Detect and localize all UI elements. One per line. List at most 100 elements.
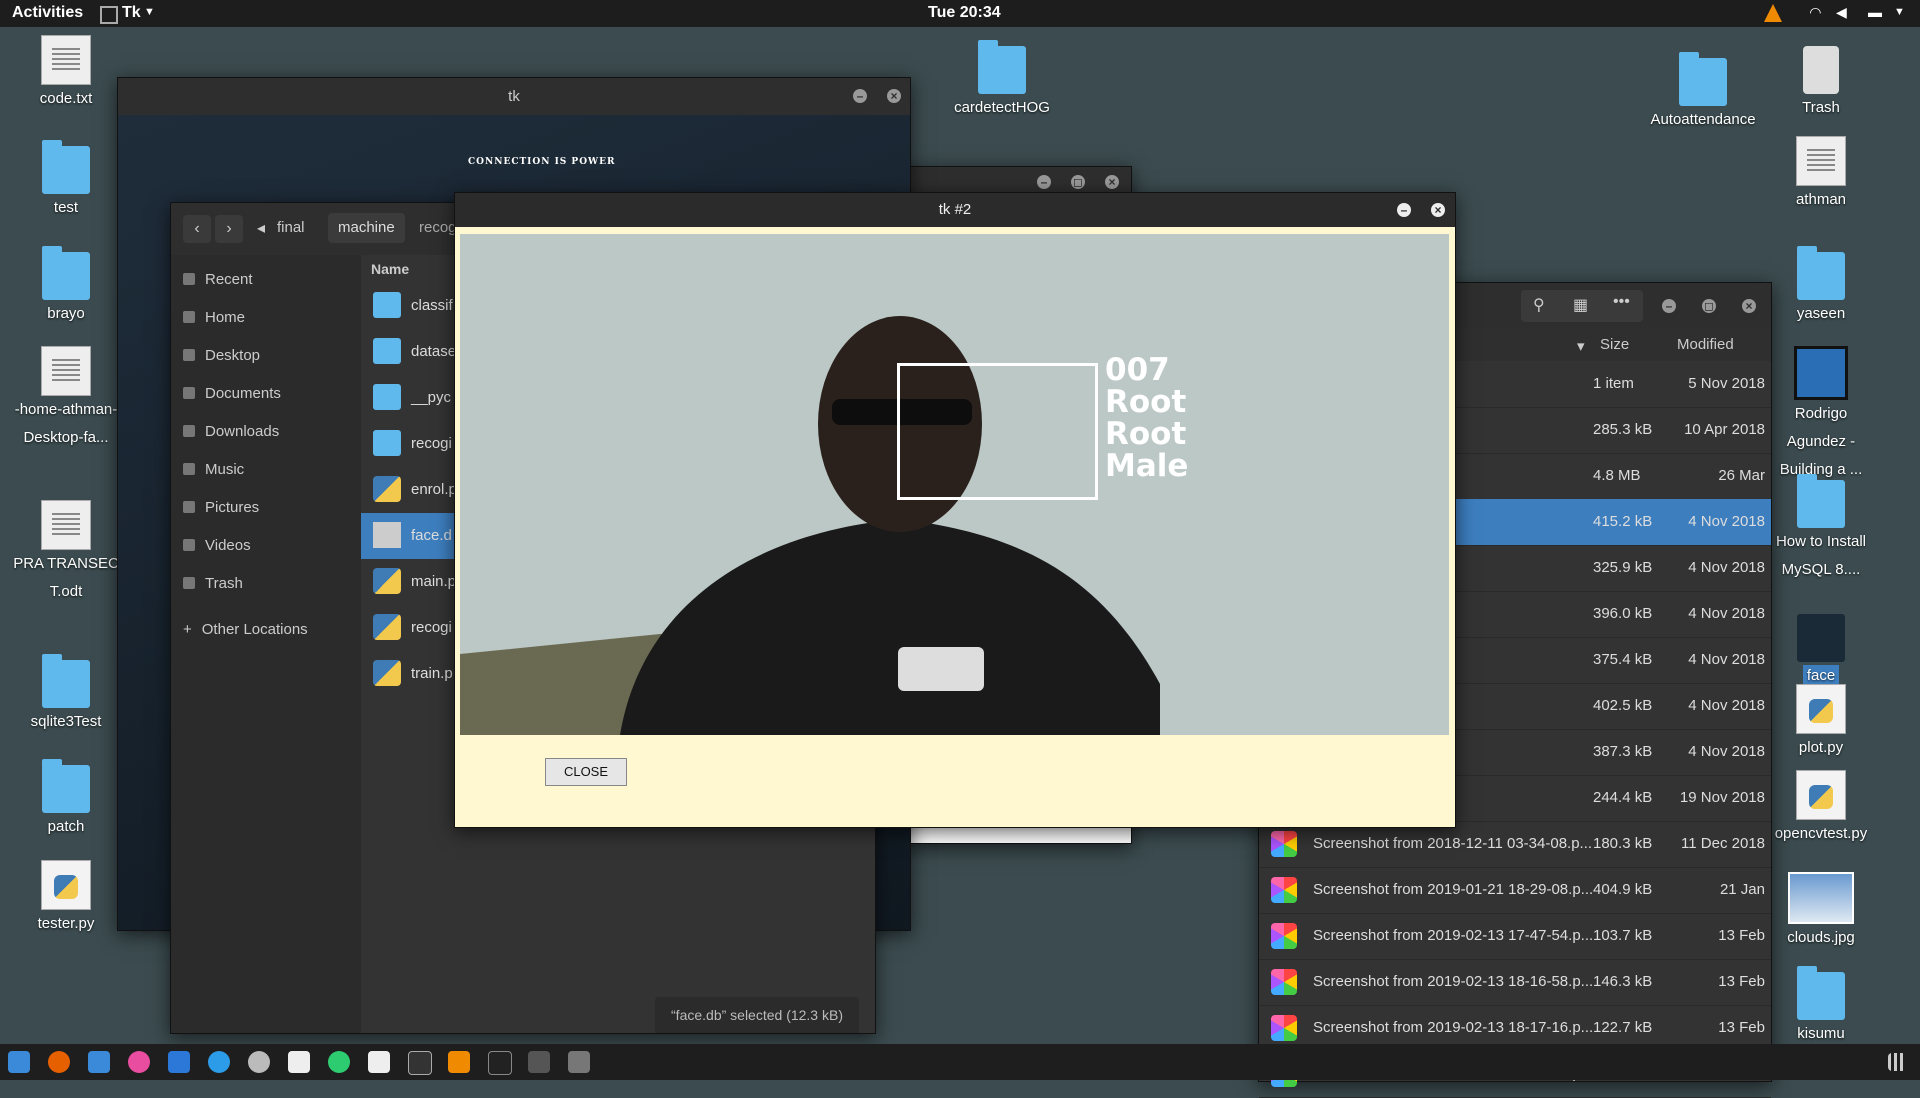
app-store-icon[interactable] bbox=[208, 1051, 230, 1073]
close-button[interactable]: × bbox=[887, 89, 901, 103]
file-size: 1 item bbox=[1593, 375, 1634, 392]
file-size: 180.3 kB bbox=[1593, 835, 1653, 852]
sidebar-item-documents[interactable]: Documents bbox=[183, 379, 281, 409]
sidebar-item-trash[interactable]: Trash bbox=[183, 569, 243, 599]
column-modified[interactable]: Modified bbox=[1677, 336, 1734, 353]
file-name: face.d bbox=[411, 527, 452, 544]
sidebar-item-recent[interactable]: Recent bbox=[183, 265, 253, 295]
minimize-button[interactable]: – bbox=[853, 89, 867, 103]
finder-icon[interactable] bbox=[88, 1051, 110, 1073]
libreoffice-writer-icon[interactable] bbox=[368, 1051, 390, 1073]
minimize-button[interactable]: – bbox=[1662, 299, 1676, 313]
desktop-icon-brayo[interactable]: brayo bbox=[11, 246, 121, 328]
desktop-icon-label: brayo bbox=[47, 305, 85, 322]
forward-button[interactable]: › bbox=[215, 215, 243, 243]
desktop-icon-tester-py[interactable]: tester.py bbox=[11, 860, 121, 938]
more-options-icon[interactable]: ••• bbox=[1613, 293, 1630, 311]
maximize-button[interactable]: ◻ bbox=[1702, 299, 1716, 313]
word-icon[interactable] bbox=[168, 1051, 190, 1073]
file-row[interactable]: Screenshot from 2019-02-13 17-47-54.p...… bbox=[1259, 913, 1771, 960]
vlc-tray-icon[interactable] bbox=[1764, 4, 1782, 22]
tk-app-icon[interactable] bbox=[568, 1051, 590, 1073]
file-row[interactable]: Screenshot from 2018-12-11 03-34-08.p...… bbox=[1259, 821, 1771, 868]
desktop-icon-kisumu[interactable]: kisumu bbox=[1766, 966, 1876, 1048]
desktop-icon-trash[interactable]: Trash bbox=[1766, 46, 1876, 122]
system-menu-chevron-icon[interactable]: ▼ bbox=[1894, 6, 1905, 18]
search-icon[interactable]: ⚲ bbox=[1533, 295, 1545, 315]
vlc-icon[interactable] bbox=[448, 1051, 470, 1073]
file-modified: 4 Nov 2018 bbox=[1688, 513, 1765, 530]
desktop-icon-clouds-jpg[interactable]: clouds.jpg bbox=[1766, 872, 1876, 952]
wifi-icon[interactable]: ◠ bbox=[1810, 4, 1821, 21]
desktop-icon-face[interactable]: face bbox=[1766, 614, 1876, 690]
back-button[interactable]: ‹ bbox=[183, 215, 211, 243]
amazon-icon[interactable] bbox=[288, 1051, 310, 1073]
desktop-icon-label: athman bbox=[1795, 191, 1847, 208]
desktop-icon-code-txt[interactable]: code.txt bbox=[11, 35, 121, 113]
firefox-icon[interactable] bbox=[48, 1051, 70, 1073]
volume-icon[interactable]: ◀ bbox=[1836, 4, 1847, 21]
sidebar-item-home[interactable]: Home bbox=[183, 303, 245, 333]
close-button[interactable]: × bbox=[1742, 299, 1756, 313]
file-row[interactable]: Screenshot from 2019-02-13 18-16-58.p...… bbox=[1259, 959, 1771, 1006]
path-segment-machine[interactable]: machine bbox=[328, 213, 405, 243]
file-row[interactable]: Screenshot from 2019-01-21 18-29-08.p...… bbox=[1259, 867, 1771, 914]
app-menu-chevron-icon[interactable]: ▼ bbox=[144, 6, 155, 18]
desktop-icon-pra-transect[interactable]: PRA TRANSEC T.odt bbox=[11, 500, 121, 606]
chrome-icon[interactable] bbox=[248, 1051, 270, 1073]
activities-button[interactable]: Activities bbox=[12, 4, 83, 22]
desktop-icon-autoattendance[interactable]: Autoattendance bbox=[1648, 52, 1758, 134]
sidebar-item-pictures[interactable]: Pictures bbox=[183, 493, 259, 523]
face-detection-box bbox=[897, 363, 1098, 500]
sort-chevron-icon[interactable]: ▾ bbox=[1577, 337, 1585, 355]
places-sidebar: Recent Home Desktop Documents Downloads … bbox=[171, 255, 361, 1033]
terminal-icon[interactable] bbox=[408, 1051, 432, 1075]
sidebar-label: Videos bbox=[205, 537, 251, 554]
maximize-button[interactable]: ◻ bbox=[1071, 175, 1085, 189]
grid-view-icon[interactable]: ▦ bbox=[1573, 295, 1588, 315]
desktop-icon-opencvtest-py[interactable]: opencvtest.py bbox=[1766, 770, 1876, 848]
terminal-2-icon[interactable] bbox=[488, 1051, 512, 1075]
tk2-window[interactable]: tk #2 – × 007 Root Root Male CLOSE bbox=[454, 192, 1456, 828]
path-segment-final[interactable]: final bbox=[277, 219, 305, 236]
desktop-icon-patch[interactable]: patch bbox=[11, 759, 121, 841]
desktop-icon-cardetecthog[interactable]: cardetectHOG bbox=[947, 40, 1057, 122]
close-dialog-button[interactable]: CLOSE bbox=[545, 758, 627, 786]
desktop-icon-rodrigo-video[interactable]: Rodrigo Agundez - Building a ... bbox=[1766, 346, 1876, 484]
desktop-icon-label: code.txt bbox=[39, 90, 93, 107]
minimize-button[interactable]: – bbox=[1397, 203, 1411, 217]
battery-icon[interactable]: ▬ bbox=[1868, 4, 1882, 20]
desktop-icon-mysql[interactable]: How to Install MySQL 8.... bbox=[1766, 474, 1876, 584]
file-name: train.p bbox=[411, 665, 453, 682]
close-button[interactable]: × bbox=[1105, 175, 1119, 189]
files-app-icon[interactable] bbox=[8, 1051, 30, 1073]
path-left-arrow-icon[interactable]: ◂ bbox=[251, 215, 271, 243]
minimize-button[interactable]: – bbox=[1037, 175, 1051, 189]
sidebar-item-music[interactable]: Music bbox=[183, 455, 244, 485]
sidebar-item-downloads[interactable]: Downloads bbox=[183, 417, 279, 447]
column-size[interactable]: Size bbox=[1600, 336, 1629, 353]
desktop-icon-label: How to Install MySQL 8.... bbox=[1775, 533, 1867, 578]
home-icon bbox=[183, 311, 195, 323]
desktop-icon-sqlite3test[interactable]: sqlite3Test bbox=[11, 654, 121, 736]
desktop-icon-athman[interactable]: athman bbox=[1766, 136, 1876, 214]
file-modified: 4 Nov 2018 bbox=[1688, 605, 1765, 622]
desktop-icon-label: plot.py bbox=[1798, 739, 1844, 756]
sidebar-item-other-locations[interactable]: + Other Locations bbox=[183, 615, 308, 645]
window-icon[interactable] bbox=[528, 1051, 550, 1073]
sidebar-item-videos[interactable]: Videos bbox=[183, 531, 251, 561]
desktop-icon-test[interactable]: test bbox=[11, 140, 121, 222]
tk-app-icon bbox=[100, 6, 118, 24]
spotify-icon[interactable] bbox=[328, 1051, 350, 1073]
desktop-icon-home-athman[interactable]: -home-athman-Desktop-fa... bbox=[11, 346, 121, 452]
show-apps-grid-icon[interactable] bbox=[1888, 1053, 1906, 1071]
desktop-icon-yaseen[interactable]: yaseen bbox=[1766, 246, 1876, 328]
sidebar-item-desktop[interactable]: Desktop bbox=[183, 341, 260, 371]
clock[interactable]: Tue 20:34 bbox=[928, 4, 1001, 22]
folder-icon bbox=[1797, 246, 1845, 300]
app-menu[interactable]: Tk bbox=[122, 4, 141, 22]
music-app-icon[interactable] bbox=[128, 1051, 150, 1073]
path-segment-recog[interactable]: recog bbox=[419, 219, 457, 236]
close-button[interactable]: × bbox=[1431, 203, 1445, 217]
desktop-icon-plot-py[interactable]: plot.py bbox=[1766, 684, 1876, 762]
